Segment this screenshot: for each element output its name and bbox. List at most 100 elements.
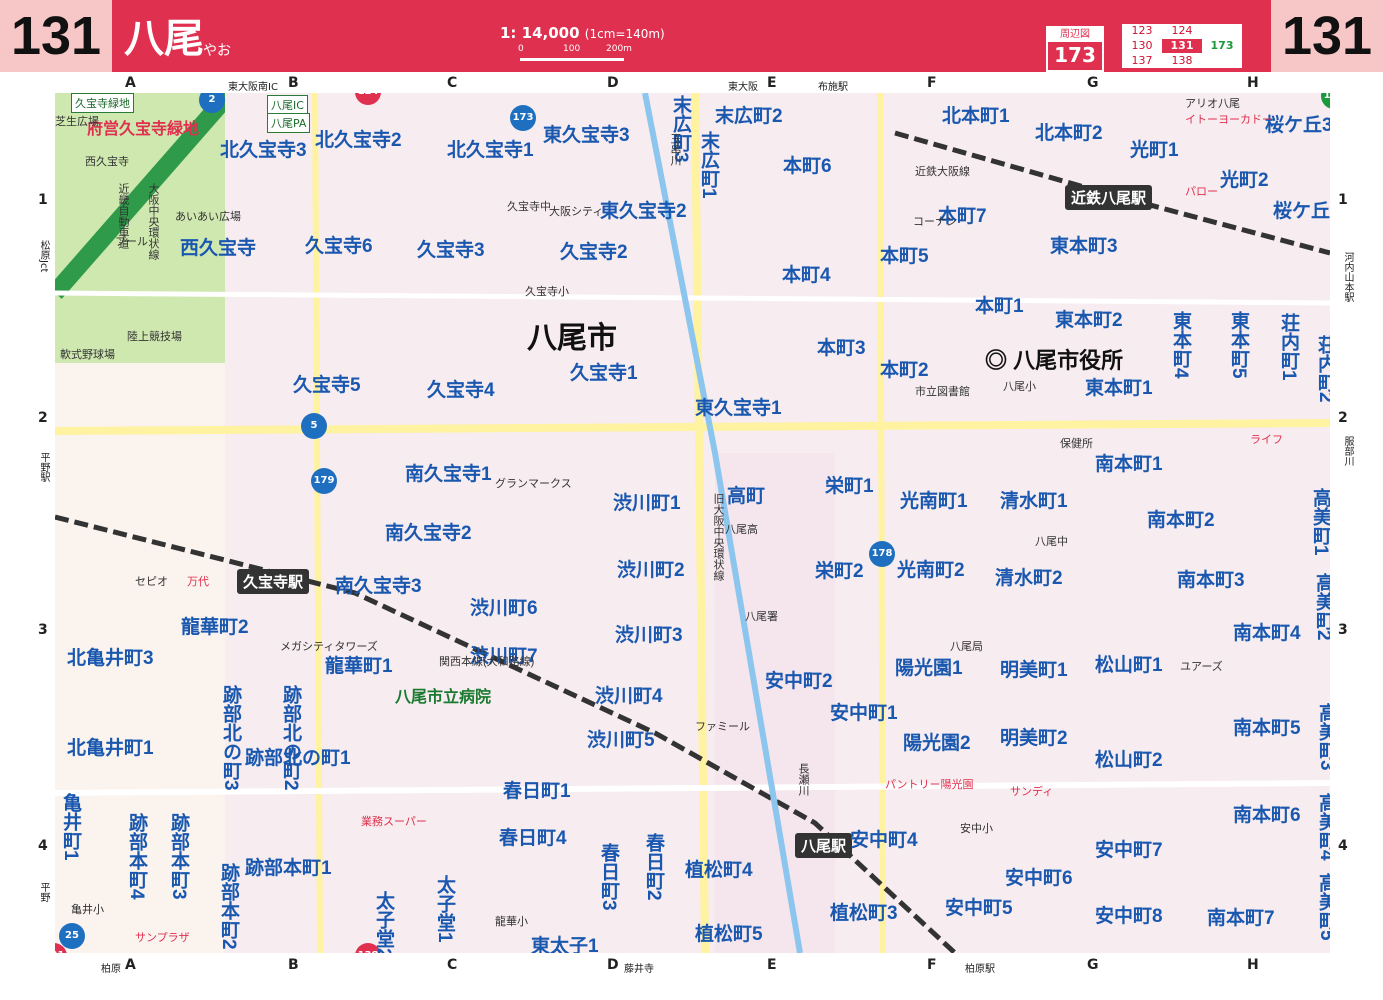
town-label: 渋川町5 <box>587 730 655 751</box>
town-label: 清水町1 <box>1000 491 1068 512</box>
map-scale: 1: 14,000 (1cm=140m) <box>500 24 665 42</box>
poi-railway-name: 近鉄大阪線 <box>915 166 970 178</box>
grid-page[interactable]: 124 <box>1162 24 1202 38</box>
town-label: 明美町2 <box>1000 728 1068 749</box>
poi-library[interactable]: 市立図書館 <box>915 383 970 399</box>
poi-ic[interactable]: 八尾IC <box>267 95 308 115</box>
poi-store[interactable]: イトーヨーカドー <box>1185 111 1273 127</box>
town-label: 北本町1 <box>942 106 1010 127</box>
town-label: 桜ケ丘1 <box>1273 201 1330 222</box>
town-label: 南本町2 <box>1147 510 1215 531</box>
grid-page[interactable]: 173 <box>1202 39 1242 53</box>
column-label: B <box>288 75 299 91</box>
town-label: 高美町5 <box>1316 873 1330 941</box>
poi-store[interactable]: ユアーズ <box>1180 658 1223 674</box>
station-yao[interactable]: 八尾駅 <box>795 833 853 858</box>
grid-page[interactable]: 137 <box>1122 54 1162 68</box>
grid-page-current: 131 <box>1162 39 1202 53</box>
poi-post-office[interactable]: 八尾局 <box>950 638 983 654</box>
poi-school[interactable]: 安中小 <box>960 820 993 836</box>
town-label: 春日町3 <box>598 843 619 911</box>
poi-school[interactable]: 八尾中 <box>1035 533 1068 549</box>
city-hall[interactable]: ◎ 八尾市役所 <box>985 343 1123 375</box>
poi-school[interactable]: 八尾高 <box>725 521 758 537</box>
town-label: 本町1 <box>975 296 1024 317</box>
town-label: 春日町2 <box>643 833 664 901</box>
route-shield: 5 <box>301 413 327 439</box>
town-label: 南久宝寺3 <box>335 576 422 597</box>
town-label: 春日町1 <box>503 781 571 802</box>
town-label: 久宝寺2 <box>560 242 628 263</box>
town-label: 渋川町6 <box>470 598 538 619</box>
poi-mall[interactable]: アリオ八尾 <box>1185 95 1240 111</box>
poi[interactable]: 保健所 <box>1060 435 1093 451</box>
poi: 芝生広場 <box>55 116 99 128</box>
street-map[interactable]: 124 173 130 138 131 2 5 25 179 178 173 八… <box>55 93 1330 953</box>
column-label: D <box>607 75 619 91</box>
town-label: 高美町4 <box>1316 793 1330 861</box>
grid-page[interactable]: 130 <box>1122 39 1162 53</box>
edge-label: 東大阪南IC <box>228 82 278 93</box>
poi-store[interactable]: パントリー陽光園 <box>885 776 974 792</box>
town-label: 植松町4 <box>685 860 753 881</box>
grid-page[interactable]: 138 <box>1162 54 1202 68</box>
town-label: 久宝寺3 <box>417 240 485 261</box>
poi-store[interactable]: ライフ <box>1250 431 1283 447</box>
town-label: 東本町2 <box>1055 310 1123 331</box>
poi-store[interactable]: 業務スーパー <box>361 813 427 829</box>
town-label: 東太子1 <box>531 936 599 953</box>
poi-store[interactable]: サンプラザ <box>135 929 190 945</box>
poi-store[interactable]: サンディ <box>1010 783 1053 799</box>
town-label: 北亀井町3 <box>67 648 154 669</box>
scale-tick: 200m <box>606 44 632 54</box>
station-kintetsu-yao[interactable]: 近鉄八尾駅 <box>1065 185 1153 210</box>
town-label: 高美町2 <box>1313 573 1330 641</box>
poi-school[interactable]: 八尾小 <box>1003 378 1036 394</box>
town-label: 安中町2 <box>765 671 833 692</box>
town-label: 太子堂1 <box>434 875 455 943</box>
poi-school[interactable]: 久宝寺小 <box>525 283 569 299</box>
poi-school[interactable]: 亀井小 <box>71 901 104 917</box>
adjacent-page-grid: 123 124 130 131 173 137 138 <box>1122 24 1242 68</box>
town-label: 跡部北の町3 <box>220 685 241 791</box>
city-kana: やお <box>203 43 231 59</box>
town-label: 明美町1 <box>1000 660 1068 681</box>
poi-building: グランマークス <box>495 478 572 490</box>
town-label: 植松町3 <box>830 903 898 924</box>
town-label: 松山町1 <box>1095 655 1163 676</box>
town-label: 東久宝寺1 <box>695 398 782 419</box>
poi-hospital[interactable]: 八尾市立病院 <box>395 683 491 707</box>
town-label: 渋川町3 <box>615 625 683 646</box>
poi: プール <box>115 236 148 248</box>
town-label: 東久宝寺2 <box>600 201 687 222</box>
nearby-map-link[interactable]: 周辺図 173 <box>1046 26 1104 72</box>
town-label: 桜ケ丘3 <box>1265 115 1330 136</box>
row-label: 1 <box>38 192 48 208</box>
poi-store[interactable]: コーナン <box>913 213 957 229</box>
poi-park-label[interactable]: 久宝寺緑地 <box>71 93 134 113</box>
poi-school[interactable]: 龍華小 <box>495 913 528 929</box>
grid-page[interactable]: 123 <box>1122 24 1162 38</box>
column-label: B <box>288 957 299 973</box>
poi-park[interactable]: 府営久宝寺緑地 <box>87 115 199 139</box>
station-kyuhoji[interactable]: 久宝寺駅 <box>237 569 310 594</box>
town-label: 久宝寺1 <box>570 363 638 384</box>
column-label: E <box>767 75 777 91</box>
poi-store[interactable]: 万代 <box>187 573 209 589</box>
column-label: G <box>1087 957 1099 973</box>
poi-school[interactable]: 久宝寺中 <box>507 198 551 214</box>
poi-pa[interactable]: 八尾PA <box>267 113 311 133</box>
poi-police[interactable]: 八尾署 <box>745 608 778 624</box>
poi-building[interactable]: メガシティタワーズ <box>280 638 378 654</box>
edge-label: 東大阪 <box>728 82 758 93</box>
edge-label: 布施駅 <box>818 82 848 93</box>
town-label: 久宝寺6 <box>305 236 373 257</box>
town-label: 北久宝寺2 <box>315 130 402 151</box>
town-label: 光町1 <box>1130 140 1179 161</box>
poi-building: ファミール <box>695 721 750 733</box>
town-label: 松山町2 <box>1095 750 1163 771</box>
poi-store[interactable]: セピオ <box>135 573 168 589</box>
scale-bar <box>520 58 624 61</box>
poi-store[interactable]: パロー <box>1185 183 1218 199</box>
route-shield: 178 <box>869 541 895 567</box>
